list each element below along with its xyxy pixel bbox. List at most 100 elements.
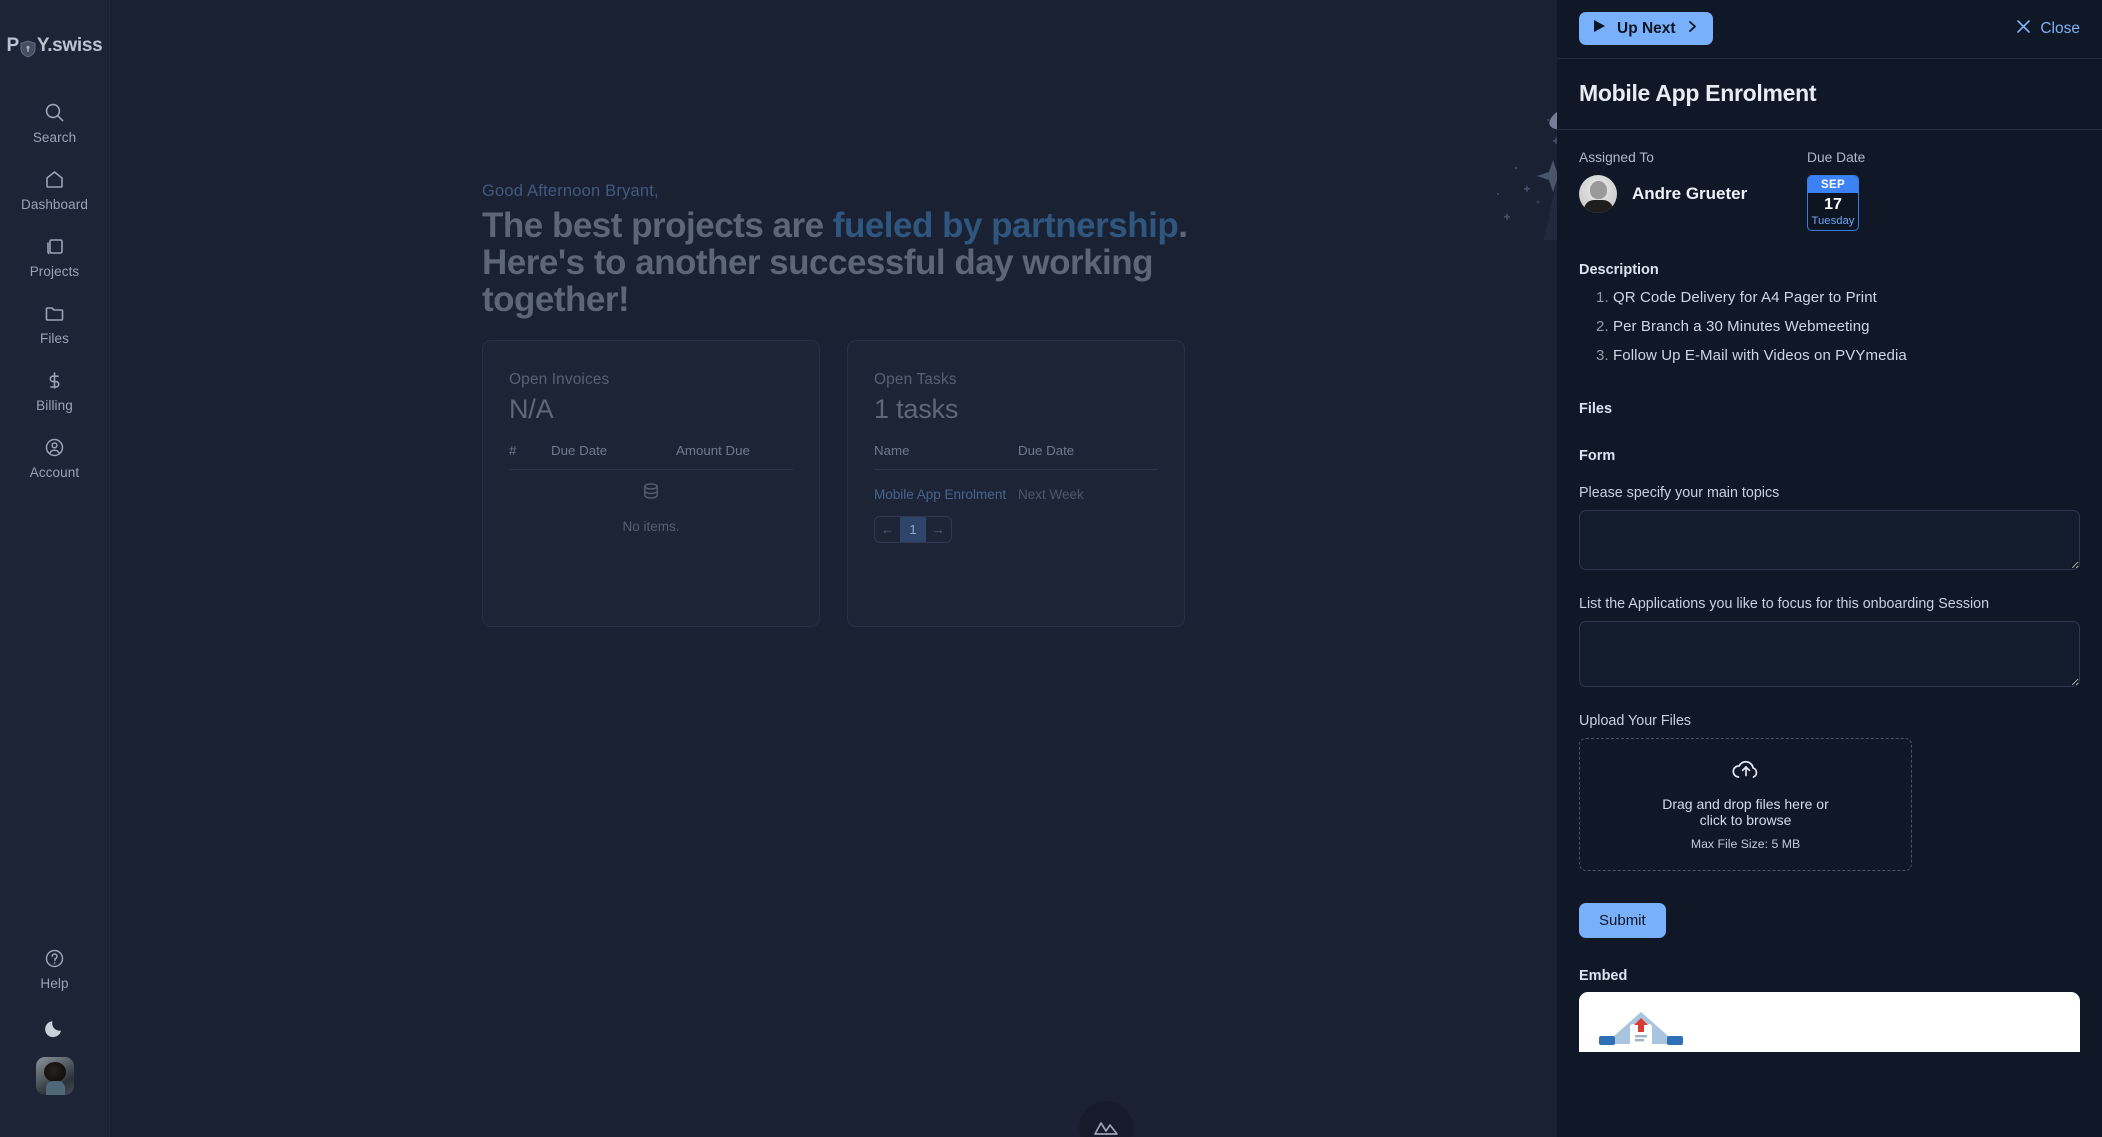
chevron-right-icon <box>1687 20 1698 38</box>
cloud-upload-icon <box>1731 758 1761 787</box>
database-icon <box>641 481 661 506</box>
moon-icon[interactable] <box>42 1015 68 1041</box>
app-root: P Y.swiss Search Dashboard Projects File… <box>0 0 2102 1137</box>
panel-title: Mobile App Enrolment <box>1579 80 1817 106</box>
card-label: Open Tasks <box>874 371 957 388</box>
logo-suffix: Y.swiss <box>36 35 103 56</box>
close-x-icon <box>2016 19 2031 39</box>
due-day: 17 <box>1824 196 1842 213</box>
upload-label: Upload Your Files <box>1579 713 1692 729</box>
table-row[interactable]: Mobile App Enrolment Next Week <box>874 470 1158 502</box>
embed-heading: Embed <box>1579 968 1628 984</box>
sidebar-nav: Search Dashboard Projects Files Billing … <box>0 89 109 491</box>
avatar[interactable] <box>35 1057 74 1095</box>
tasks-table: Name Due Date Mobile App Enrolment Next … <box>874 439 1158 502</box>
dropzone-primary-text: Drag and drop files here or click to bro… <box>1662 795 1829 828</box>
greeting-text: Good Afternoon Bryant, <box>482 182 659 200</box>
file-dropzone[interactable]: Drag and drop files here or click to bro… <box>1579 738 1912 871</box>
task-due-date: Next Week <box>1018 487 1084 502</box>
due-date-block: Due Date SEP 17 Tuesday <box>1807 150 1865 231</box>
sidebar-item-billing[interactable]: Billing <box>0 357 109 424</box>
sidebar-item-label: Dashboard <box>21 197 88 212</box>
applications-focus-input[interactable] <box>1579 621 2080 687</box>
column-header: Name <box>874 439 1018 470</box>
pagination-next[interactable]: → <box>926 517 951 542</box>
submit-button[interactable]: Submit <box>1579 903 1666 938</box>
panel-header: Up Next Close <box>1579 0 2080 58</box>
pagination-prev[interactable]: ← <box>875 517 900 542</box>
pagination-page-1[interactable]: 1 <box>900 517 926 542</box>
sidebar-item-label: Billing <box>36 398 73 413</box>
shield-icon <box>20 40 36 58</box>
sidebar-item-files[interactable]: Files <box>0 290 109 357</box>
task-detail-panel: Up Next Close Mobile App Enrolment Assig… <box>1557 0 2102 1137</box>
hero-section: Good Afternoon Bryant, The best projects… <box>482 182 1202 318</box>
dashboard-cards: Open Invoices N/A # Due Date Amount Due <box>482 340 1185 627</box>
search-icon <box>44 102 65 123</box>
embed-thumbnail <box>1597 1000 1717 1052</box>
description-heading: Description <box>1579 262 1659 278</box>
copy-folder-icon <box>44 236 65 257</box>
assignee-name: Andre Grueter <box>1632 184 1748 203</box>
dollar-icon <box>44 370 65 391</box>
description-list: QR Code Delivery for A4 Pager to Print P… <box>1579 283 2080 370</box>
card-open-invoices: Open Invoices N/A # Due Date Amount Due <box>482 340 820 627</box>
empty-state: No items. <box>483 481 819 534</box>
due-date-label: Due Date <box>1807 150 1866 165</box>
task-name-link[interactable]: Mobile App Enrolment <box>874 470 1018 502</box>
sidebar-bottom: Help <box>0 935 109 1137</box>
panel-meta: Assigned To Andre Grueter Due Date SEP 1… <box>1579 130 2080 231</box>
card-value: 1 tasks <box>874 394 959 424</box>
embed-preview[interactable] <box>1579 992 2080 1052</box>
sidebar-item-projects[interactable]: Projects <box>0 223 109 290</box>
card-open-tasks: Open Tasks 1 tasks Name Due Date Mobile … <box>847 340 1185 627</box>
list-item: QR Code Delivery for A4 Pager to Print <box>1613 283 2080 312</box>
logo-prefix: P <box>6 35 20 56</box>
empty-text: No items. <box>622 519 680 534</box>
sidebar-item-label: Search <box>32 130 77 145</box>
sidebar-item-label: Files <box>39 331 69 346</box>
folder-icon <box>44 303 65 324</box>
headline-accent: fueled by partnership <box>832 206 1179 245</box>
column-header: # <box>509 439 551 470</box>
card-value: N/A <box>509 394 554 424</box>
assigned-to-label: Assigned To <box>1579 150 1654 165</box>
column-header: Amount Due <box>676 439 793 470</box>
sidebar-item-dashboard[interactable]: Dashboard <box>0 156 109 223</box>
main-topics-input[interactable] <box>1579 510 2080 570</box>
close-button[interactable]: Close <box>2016 19 2080 39</box>
due-weekday: Tuesday <box>1811 215 1855 227</box>
sidebar-item-label: Help <box>40 976 69 991</box>
form-heading: Form <box>1579 448 1616 464</box>
assignee[interactable]: Andre Grueter <box>1579 175 1807 213</box>
question-circle-icon <box>44 948 65 969</box>
dropzone-secondary-text: Max File Size: 5 MB <box>1690 837 1801 852</box>
up-next-button[interactable]: Up Next <box>1579 12 1713 45</box>
sidebar-item-account[interactable]: Account <box>0 424 109 491</box>
assigned-to-block: Assigned To Andre Grueter <box>1579 150 1807 231</box>
sidebar-item-label: Account <box>29 465 80 480</box>
field-1-label: Please specify your main topics <box>1579 485 1780 501</box>
close-label: Close <box>2040 19 2080 37</box>
column-header: Due Date <box>1018 439 1158 470</box>
sidebar-item-help[interactable]: Help <box>0 935 109 997</box>
due-month: SEP <box>1808 176 1858 193</box>
list-item: Per Branch a 30 Minutes Webmeeting <box>1613 312 2080 341</box>
play-icon <box>1593 19 1606 38</box>
sidebar: P Y.swiss Search Dashboard Projects File… <box>0 0 110 1137</box>
due-date-badge: SEP 17 Tuesday <box>1807 175 1859 231</box>
app-logo[interactable]: P Y.swiss <box>7 33 103 59</box>
headline-part1: The best projects are <box>482 206 833 245</box>
sidebar-item-search[interactable]: Search <box>0 89 109 156</box>
column-header: Due Date <box>551 439 676 470</box>
home-icon <box>44 169 65 190</box>
mountain-logo-icon[interactable] <box>1079 1101 1133 1137</box>
files-heading: Files <box>1579 401 1613 417</box>
up-next-label: Up Next <box>1617 19 1676 37</box>
invoices-table: # Due Date Amount Due <box>509 439 793 470</box>
card-label: Open Invoices <box>509 371 610 388</box>
list-item: Follow Up E-Mail with Videos on PVYmedia <box>1613 341 2080 370</box>
assignee-avatar <box>1579 175 1617 213</box>
pagination: ← 1 → <box>874 516 952 543</box>
field-2-label: List the Applications you like to focus … <box>1579 596 1990 612</box>
